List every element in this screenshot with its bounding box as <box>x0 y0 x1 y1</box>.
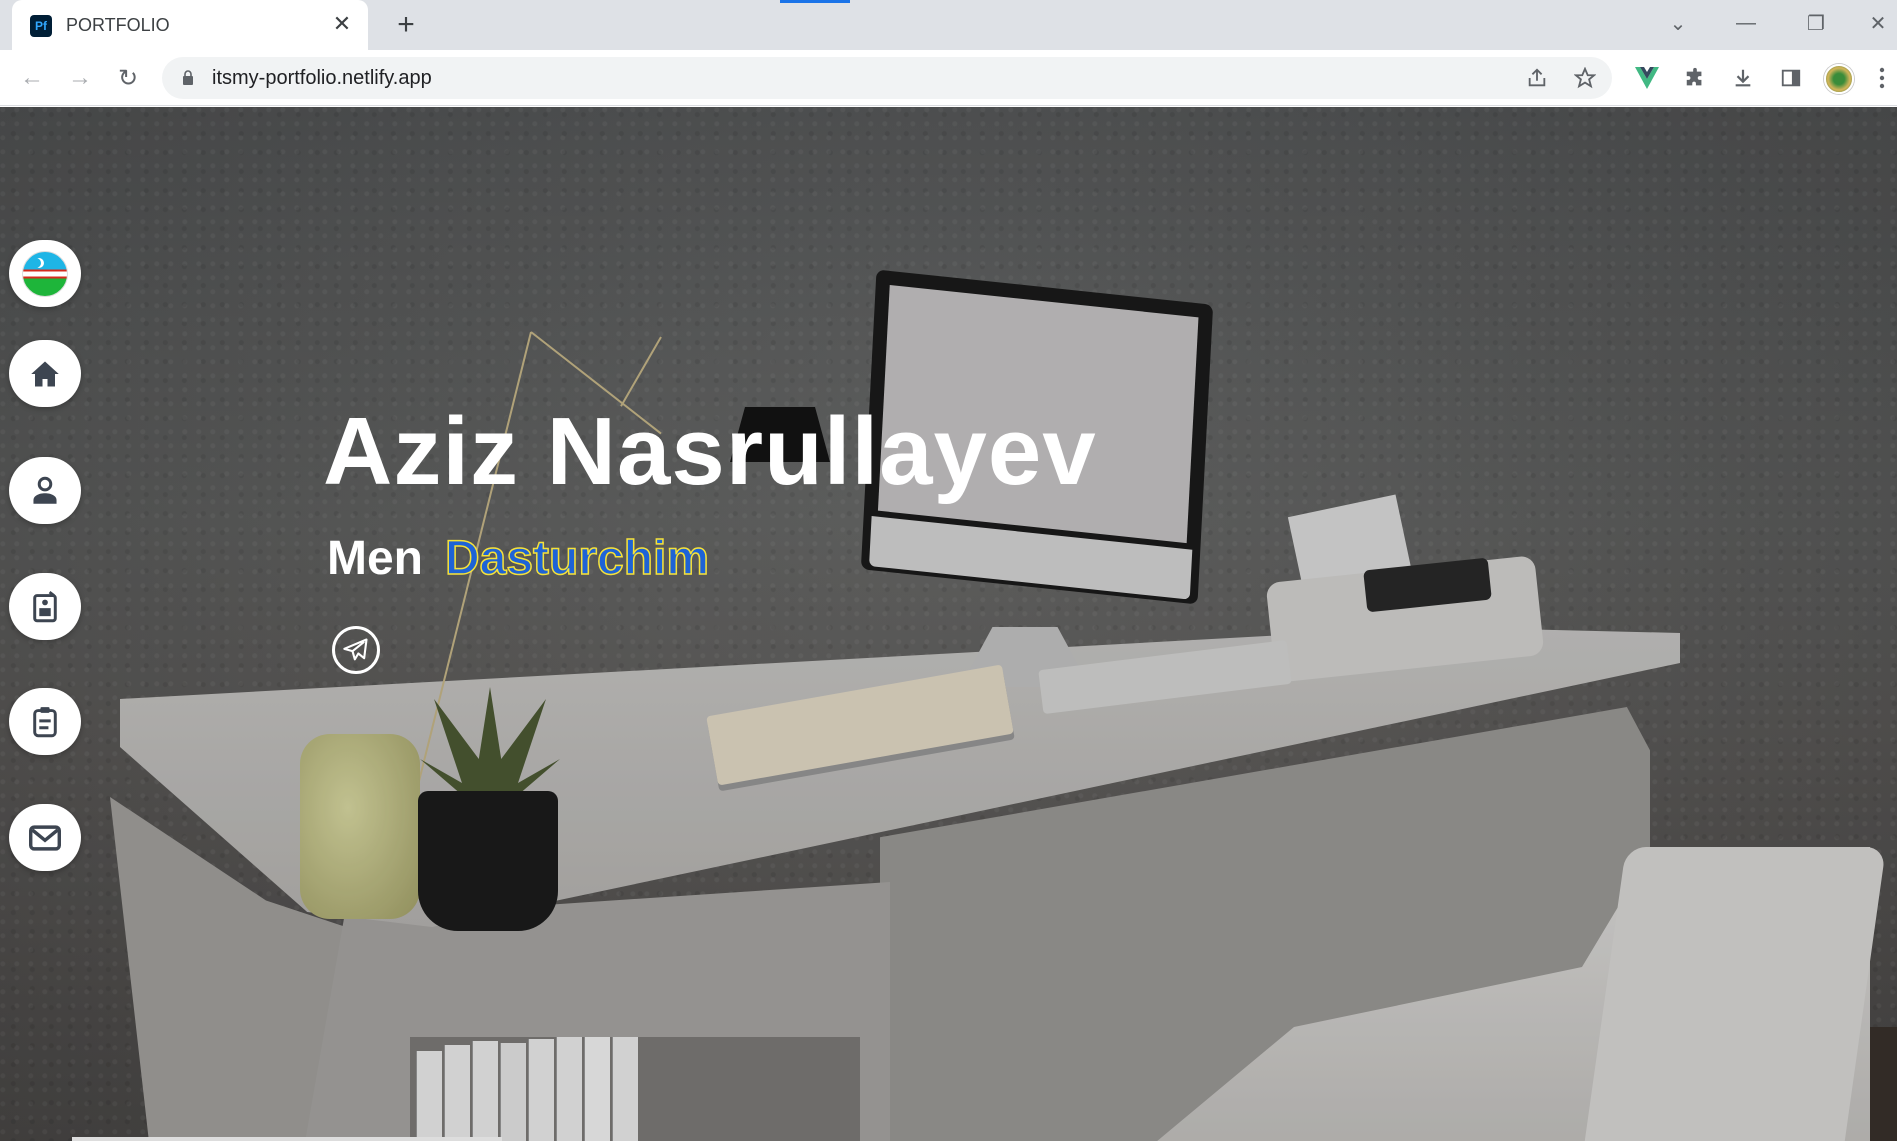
tab-loading-indicator <box>780 0 850 3</box>
mail-icon <box>29 824 61 851</box>
user-icon <box>33 476 57 504</box>
sidepanel-icon[interactable] <box>1776 63 1806 93</box>
tab-search-icon[interactable]: ⌄ <box>1658 8 1698 38</box>
horizontal-scrollbar[interactable] <box>72 1137 502 1141</box>
browser-tab[interactable]: Pf PORTFOLIO ✕ <box>12 0 368 50</box>
restore-button[interactable]: ❐ <box>1796 8 1836 38</box>
extensions-icon[interactable] <box>1680 63 1710 93</box>
nav-about-button[interactable] <box>9 457 81 524</box>
uzbekistan-flag-icon <box>22 250 68 297</box>
download-icon[interactable] <box>1728 63 1758 93</box>
star-icon[interactable] <box>1572 65 1598 91</box>
clipboard-icon <box>33 706 57 737</box>
reload-button[interactable]: ↻ <box>112 62 144 94</box>
hero-subtitle-typed: Dasturchim <box>444 531 710 586</box>
telegram-icon <box>343 638 368 661</box>
home-icon <box>31 361 59 386</box>
minimize-button[interactable]: — <box>1726 8 1766 38</box>
resume-icon <box>33 590 57 622</box>
vue-devtools-icon[interactable] <box>1632 63 1662 93</box>
tab-close-icon[interactable]: ✕ <box>328 10 356 38</box>
hero-subtitle: Men Dasturchim <box>327 531 710 586</box>
hero-subtitle-static: Men <box>327 532 423 585</box>
language-flag-button[interactable] <box>9 240 81 307</box>
favicon-icon: Pf <box>30 15 52 37</box>
nav-home-button[interactable] <box>9 340 81 407</box>
url-text[interactable]: itsmy-portfolio.netlify.app <box>212 67 432 90</box>
lock-icon[interactable] <box>182 70 194 85</box>
nav-portfolio-button[interactable] <box>9 688 81 755</box>
background-overlay <box>0 107 1897 1141</box>
browser-tab-strip: Pf PORTFOLIO ✕ + ⌄ — ❐ ✕ <box>0 0 1897 50</box>
share-icon[interactable] <box>1524 65 1550 91</box>
nav-resume-button[interactable] <box>9 573 81 640</box>
menu-icon[interactable] <box>1872 63 1892 93</box>
forward-button[interactable]: → <box>64 62 96 94</box>
hero-section: Aziz Nasrullayev Men Dasturchim <box>0 107 1897 1141</box>
browser-toolbar: ← → ↻ itsmy-portfolio.netlify.app <box>0 50 1897 106</box>
tab-title: PORTFOLIO <box>66 15 170 35</box>
nav-contact-button[interactable] <box>9 804 81 871</box>
window-close-button[interactable]: ✕ <box>1858 8 1897 38</box>
telegram-link[interactable] <box>332 626 380 674</box>
back-button[interactable]: ← <box>16 62 48 94</box>
new-tab-button[interactable]: + <box>390 8 422 41</box>
profile-avatar[interactable] <box>1824 64 1854 94</box>
address-bar[interactable]: itsmy-portfolio.netlify.app <box>162 57 1612 99</box>
hero-name: Aziz Nasrullayev <box>323 398 1097 505</box>
